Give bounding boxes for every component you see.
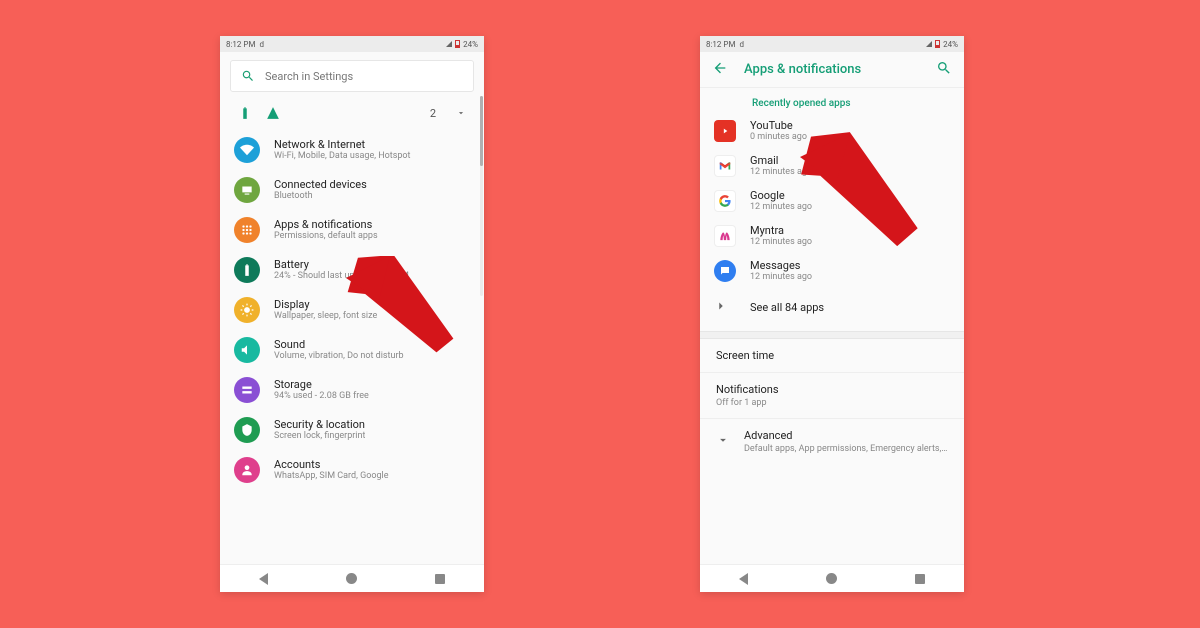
notifications-row[interactable]: Notifications Off for 1 app [700, 373, 964, 419]
battery-pct: 24% [463, 40, 478, 49]
advanced-row[interactable]: Advanced Default apps, App permissions, … [700, 419, 964, 464]
chevron-down-icon [716, 432, 730, 451]
signal-icon [446, 41, 452, 47]
apps-icon [234, 217, 260, 243]
myntra-icon [714, 225, 736, 247]
status-bar: 8:12 PM d 24% [700, 36, 964, 52]
display-icon [234, 297, 260, 323]
settings-search[interactable]: Search in Settings [230, 60, 474, 92]
settings-item-battery[interactable]: Battery24% - Should last until about …AM [224, 250, 480, 290]
back-button[interactable] [712, 60, 728, 80]
app-row-messages[interactable]: Messages12 minutes ago [700, 253, 964, 288]
wifi-icon [234, 137, 260, 163]
status-bar: 8:12 PM d 24% [220, 36, 484, 52]
devices-icon [234, 177, 260, 203]
section-label: Recently opened apps [700, 88, 964, 113]
settings-item-apps[interactable]: Apps & notificationsPermissions, default… [224, 210, 480, 250]
battery-saver-icon [238, 106, 252, 120]
search-icon [241, 69, 255, 83]
nav-recents-button[interactable] [435, 574, 445, 584]
header-title: Apps & notifications [744, 62, 920, 77]
divider [700, 331, 964, 339]
settings-item-storage[interactable]: Storage94% used - 2.08 GB free [224, 370, 480, 410]
nav-home-button[interactable] [826, 573, 837, 584]
battery-pct: 24% [943, 40, 958, 49]
screen-time-row[interactable]: Screen time [700, 339, 964, 373]
apps-notifications-screen: 8:12 PM d 24% Apps & notifications Recen… [700, 36, 964, 592]
nav-home-button[interactable] [346, 573, 357, 584]
settings-item-connected[interactable]: Connected devicesBluetooth [224, 170, 480, 210]
nav-bar [700, 564, 964, 592]
messages-icon [714, 260, 736, 282]
settings-list: Network & InternetWi-Fi, Mobile, Data us… [220, 130, 484, 490]
app-row-myntra[interactable]: Myntra12 minutes ago [700, 218, 964, 253]
status-carrier: d [259, 40, 264, 49]
nav-back-button[interactable] [739, 573, 748, 585]
chevron-down-icon [456, 108, 466, 118]
gmail-icon [714, 155, 736, 177]
quick-row[interactable]: 2 [220, 100, 484, 130]
sound-icon [234, 337, 260, 363]
accounts-icon [234, 457, 260, 483]
settings-item-accounts[interactable]: AccountsWhatsApp, SIM Card, Google [224, 450, 480, 490]
settings-item-display[interactable]: DisplayWallpaper, sleep, font size [224, 290, 480, 330]
settings-item-sound[interactable]: SoundVolume, vibration, Do not disturb [224, 330, 480, 370]
screen-header: Apps & notifications [700, 52, 964, 88]
battery-icon [935, 40, 940, 48]
status-carrier: d [739, 40, 744, 49]
data-saver-icon [266, 106, 280, 120]
search-placeholder: Search in Settings [265, 70, 353, 83]
scrollbar-thumb[interactable] [480, 96, 483, 166]
app-row-gmail[interactable]: Gmail12 minutes ago [700, 148, 964, 183]
app-row-google[interactable]: Google12 minutes ago [700, 183, 964, 218]
quick-count: 2 [430, 107, 436, 120]
settings-item-network[interactable]: Network & InternetWi-Fi, Mobile, Data us… [224, 130, 480, 170]
signal-icon [926, 41, 932, 47]
nav-bar [220, 564, 484, 592]
status-time: 8:12 PM [226, 40, 255, 49]
storage-icon [234, 377, 260, 403]
recent-apps-list: YouTube0 minutes ago Gmail12 minutes ago… [700, 113, 964, 331]
google-icon [714, 190, 736, 212]
see-all-apps[interactable]: See all 84 apps [700, 288, 964, 331]
security-icon [234, 417, 260, 443]
status-time: 8:12 PM [706, 40, 735, 49]
chevron-right-icon [714, 298, 728, 317]
app-row-youtube[interactable]: YouTube0 minutes ago [700, 113, 964, 148]
settings-item-security[interactable]: Security & locationScreen lock, fingerpr… [224, 410, 480, 450]
settings-screen: 8:12 PM d 24% Search in Settings 2 Netwo… [220, 36, 484, 592]
nav-recents-button[interactable] [915, 574, 925, 584]
youtube-icon [714, 120, 736, 142]
header-search-button[interactable] [936, 60, 952, 80]
battery-icon [234, 257, 260, 283]
nav-back-button[interactable] [259, 573, 268, 585]
battery-icon [455, 40, 460, 48]
